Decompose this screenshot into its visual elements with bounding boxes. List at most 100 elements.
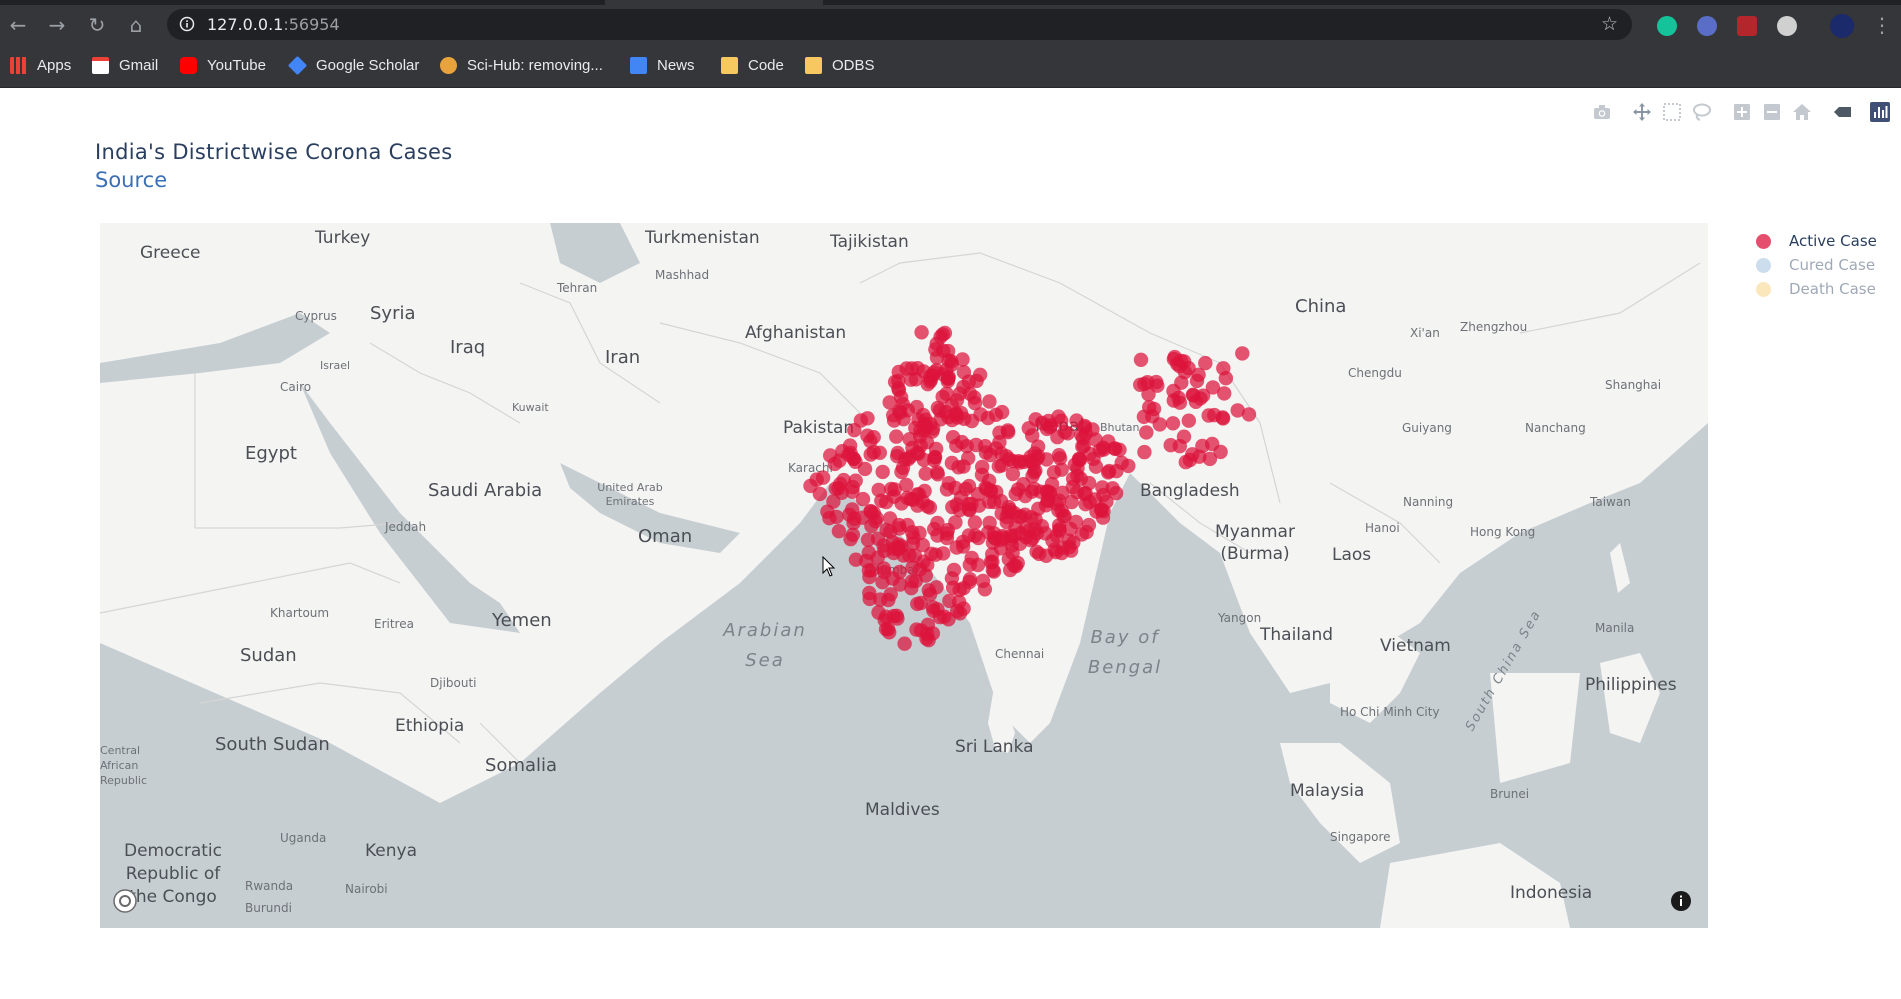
active-case-marker[interactable] bbox=[845, 527, 861, 542]
profile-avatar[interactable] bbox=[1830, 14, 1854, 38]
active-case-marker[interactable] bbox=[1145, 409, 1160, 424]
active-case-marker[interactable] bbox=[986, 564, 1002, 579]
bookmark-youtube[interactable]: YouTube bbox=[180, 54, 266, 76]
active-case-marker[interactable] bbox=[1031, 449, 1046, 464]
active-case-marker[interactable] bbox=[885, 571, 900, 586]
active-case-marker[interactable] bbox=[1181, 413, 1197, 428]
active-case-marker[interactable] bbox=[875, 464, 890, 480]
active-case-marker[interactable] bbox=[979, 481, 994, 497]
active-case-marker[interactable] bbox=[881, 592, 896, 608]
active-case-marker[interactable] bbox=[868, 514, 883, 529]
active-case-marker[interactable] bbox=[983, 447, 998, 463]
bookmark-folder-code[interactable]: Code bbox=[721, 54, 784, 76]
address-bar[interactable]: 127.0.0.1:56954 ☆ bbox=[167, 9, 1632, 40]
active-case-marker[interactable] bbox=[1088, 432, 1103, 447]
active-case-marker[interactable] bbox=[1213, 444, 1228, 460]
active-case-marker[interactable] bbox=[988, 407, 1004, 422]
camera-icon[interactable] bbox=[1592, 102, 1612, 122]
active-case-marker[interactable] bbox=[1216, 361, 1231, 376]
active-case-marker[interactable] bbox=[941, 353, 956, 368]
active-case-marker[interactable] bbox=[1108, 441, 1123, 456]
active-case-marker[interactable] bbox=[1028, 412, 1043, 427]
bookmark-news[interactable]: News bbox=[630, 54, 695, 76]
active-case-marker[interactable] bbox=[1139, 425, 1154, 440]
active-case-marker[interactable] bbox=[922, 500, 938, 515]
active-case-marker[interactable] bbox=[1166, 351, 1182, 367]
lasso-icon[interactable] bbox=[1692, 102, 1712, 122]
active-case-marker[interactable] bbox=[892, 404, 907, 419]
active-case-marker[interactable] bbox=[1096, 487, 1111, 503]
active-case-marker[interactable] bbox=[1137, 444, 1152, 460]
active-case-marker[interactable] bbox=[889, 429, 904, 444]
active-case-marker[interactable] bbox=[1001, 504, 1016, 520]
active-case-marker[interactable] bbox=[925, 600, 940, 615]
active-case-marker[interactable] bbox=[982, 515, 997, 531]
active-case-marker[interactable] bbox=[909, 399, 924, 415]
active-case-marker[interactable] bbox=[1041, 413, 1056, 429]
active-case-marker[interactable] bbox=[879, 494, 894, 510]
active-case-marker[interactable] bbox=[910, 361, 925, 376]
active-case-marker[interactable] bbox=[939, 482, 955, 497]
active-case-marker[interactable] bbox=[961, 450, 976, 466]
active-case-marker[interactable] bbox=[891, 381, 906, 396]
active-case-marker[interactable] bbox=[1174, 375, 1189, 390]
active-case-marker[interactable] bbox=[971, 530, 986, 546]
active-case-marker[interactable] bbox=[1114, 455, 1129, 470]
active-case-marker[interactable] bbox=[822, 511, 837, 526]
active-case-marker[interactable] bbox=[950, 410, 965, 425]
bookmark-folder-odbs[interactable]: ODBS bbox=[805, 54, 875, 76]
active-case-marker[interactable] bbox=[1052, 522, 1067, 537]
active-case-marker[interactable] bbox=[1182, 452, 1198, 468]
legend-item-cured-case[interactable]: Cured Case bbox=[1752, 254, 1892, 278]
active-case-marker[interactable] bbox=[1027, 481, 1042, 497]
active-case-marker[interactable] bbox=[925, 421, 941, 436]
active-case-marker[interactable] bbox=[882, 625, 897, 640]
active-case-marker[interactable] bbox=[1067, 457, 1082, 473]
active-case-marker[interactable] bbox=[949, 497, 964, 512]
active-case-marker[interactable] bbox=[1000, 423, 1015, 438]
mapbox-logo-icon[interactable] bbox=[112, 888, 138, 914]
active-case-marker[interactable] bbox=[905, 525, 920, 540]
box-select-icon[interactable] bbox=[1662, 102, 1682, 122]
bookmark-apps[interactable]: Apps bbox=[10, 54, 71, 76]
active-case-marker[interactable] bbox=[847, 511, 862, 526]
active-case-marker[interactable] bbox=[899, 477, 914, 493]
india-map[interactable]: Greece Turkey Turkmenistan Tajikistan Tehran… bbox=[100, 223, 1708, 928]
active-case-marker[interactable] bbox=[871, 482, 886, 498]
active-case-marker[interactable] bbox=[918, 568, 933, 583]
back-icon[interactable]: ← bbox=[6, 13, 30, 37]
active-case-marker[interactable] bbox=[1075, 430, 1091, 446]
active-case-marker[interactable] bbox=[897, 636, 912, 651]
active-case-marker[interactable] bbox=[1040, 493, 1055, 509]
extension-icon[interactable] bbox=[1777, 16, 1797, 36]
active-case-marker[interactable] bbox=[940, 371, 956, 386]
active-case-marker[interactable] bbox=[1048, 544, 1064, 560]
active-case-marker[interactable] bbox=[970, 557, 986, 573]
active-case-marker[interactable] bbox=[1051, 448, 1067, 463]
source-link[interactable]: Source bbox=[95, 168, 167, 192]
active-case-marker[interactable] bbox=[946, 562, 962, 578]
active-case-marker[interactable] bbox=[952, 386, 968, 401]
active-case-marker[interactable] bbox=[1189, 373, 1205, 389]
active-case-marker[interactable] bbox=[1166, 393, 1182, 408]
active-case-marker[interactable] bbox=[914, 325, 929, 340]
active-case-marker[interactable] bbox=[891, 541, 906, 557]
active-case-marker[interactable] bbox=[1029, 544, 1044, 559]
plotly-logo-icon[interactable] bbox=[1870, 102, 1890, 122]
active-case-marker[interactable] bbox=[1195, 388, 1211, 403]
active-case-marker[interactable] bbox=[826, 494, 841, 509]
active-case-marker[interactable] bbox=[962, 502, 977, 518]
active-case-marker[interactable] bbox=[910, 596, 925, 612]
active-case-marker[interactable] bbox=[803, 478, 818, 494]
info-icon[interactable] bbox=[1670, 890, 1692, 912]
active-case-marker[interactable] bbox=[1063, 543, 1079, 558]
active-case-marker[interactable] bbox=[935, 327, 950, 342]
active-case-marker[interactable] bbox=[864, 563, 879, 578]
active-case-marker[interactable] bbox=[1005, 545, 1020, 561]
active-case-marker[interactable] bbox=[831, 524, 847, 539]
active-case-marker[interactable] bbox=[942, 593, 957, 609]
bookmark-google-scholar[interactable]: Google Scholar bbox=[287, 54, 419, 76]
reload-icon[interactable]: ↻ bbox=[85, 13, 109, 37]
bookmark-star-icon[interactable]: ☆ bbox=[1601, 13, 1618, 35]
pdf-extension-icon[interactable] bbox=[1737, 16, 1757, 36]
